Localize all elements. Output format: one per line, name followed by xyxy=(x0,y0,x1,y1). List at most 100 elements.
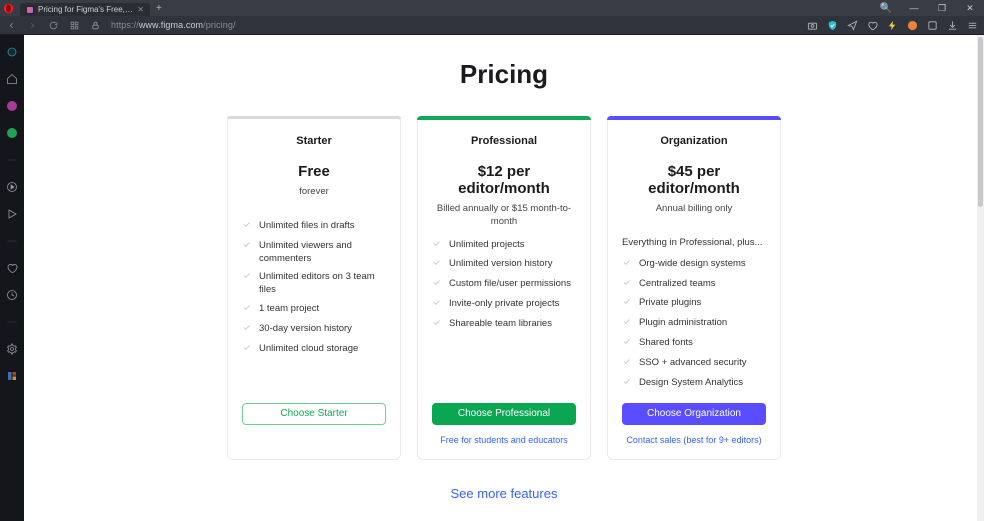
opera-sidebar xyxy=(0,35,24,521)
main-area: Pricing Starter Free forever Unlimited f… xyxy=(0,35,984,521)
check-icon xyxy=(622,278,632,292)
extensions-icon[interactable] xyxy=(926,19,938,31)
feature-text: Org-wide design systems xyxy=(639,258,746,272)
plan-price: $12 per editor/month xyxy=(432,163,576,197)
check-icon xyxy=(432,278,442,292)
snapshot-icon[interactable] xyxy=(806,19,818,31)
browser-tab[interactable]: Pricing for Figma's Free, Pr ✕ xyxy=(20,3,150,16)
profile-icon[interactable] xyxy=(906,19,918,31)
search-tabs-icon[interactable]: 🔍 xyxy=(872,0,900,16)
bolt-icon[interactable] xyxy=(886,19,898,31)
whatsapp-icon[interactable] xyxy=(6,126,19,139)
tab-close-icon[interactable]: ✕ xyxy=(137,6,144,14)
home-icon[interactable] xyxy=(6,72,19,85)
plan-subline: Annual billing only xyxy=(622,203,766,227)
feature-text: Invite-only private projects xyxy=(449,298,559,312)
toolbar-right xyxy=(806,19,978,31)
plan-name: Professional xyxy=(432,135,576,147)
opera-window: Pricing for Figma's Free, Pr ✕ + 🔍 — ❐ ✕… xyxy=(0,0,984,521)
speed-dial-icon[interactable] xyxy=(69,21,80,30)
feature-list: Unlimited files in drafts Unlimited view… xyxy=(242,220,386,357)
feature-text: Unlimited viewers and commenters xyxy=(259,240,386,266)
lock-icon[interactable] xyxy=(90,21,101,30)
url-display[interactable]: https://www.figma.com/pricing/ xyxy=(111,20,236,30)
tab-favicon-icon xyxy=(26,6,34,14)
new-tab-button[interactable]: + xyxy=(150,0,168,16)
feature-list: Everything in Professional, plus... Org-… xyxy=(622,237,766,391)
workspaces-icon[interactable] xyxy=(6,45,19,58)
feature-text: Unlimited editors on 3 team files xyxy=(259,271,386,297)
settings-icon[interactable] xyxy=(6,342,19,355)
page-viewport: Pricing Starter Free forever Unlimited f… xyxy=(24,35,984,521)
check-icon xyxy=(622,258,632,272)
check-icon xyxy=(242,303,252,317)
plan-below-link xyxy=(242,435,386,445)
choose-starter-button[interactable]: Choose Starter xyxy=(242,403,386,425)
flow-icon[interactable] xyxy=(6,207,19,220)
maximize-button[interactable]: ❐ xyxy=(928,0,956,16)
plan-subline: forever xyxy=(242,186,386,210)
plan-organization: Organization $45 per editor/month Annual… xyxy=(607,116,781,460)
see-more-features-link[interactable]: See more features xyxy=(451,486,558,501)
window-controls: 🔍 — ❐ ✕ xyxy=(872,0,984,16)
minimize-button[interactable]: — xyxy=(900,0,928,16)
tab-title: Pricing for Figma's Free, Pr xyxy=(38,5,133,14)
url-host: www.figma.com xyxy=(139,20,203,30)
check-icon xyxy=(432,258,442,272)
forward-button[interactable] xyxy=(27,21,38,30)
check-icon xyxy=(242,271,252,297)
sidebar-divider xyxy=(6,153,19,166)
check-icon xyxy=(622,377,632,391)
downloads-icon[interactable] xyxy=(946,19,958,31)
check-icon xyxy=(432,318,442,332)
pinboard-icon[interactable] xyxy=(6,369,19,382)
scroll-thumb[interactable] xyxy=(978,37,983,207)
feature-text: Centralized teams xyxy=(639,278,716,292)
easy-setup-icon[interactable] xyxy=(966,19,978,31)
pricing-page: Pricing Starter Free forever Unlimited f… xyxy=(24,35,984,513)
check-icon xyxy=(622,317,632,331)
plan-name: Organization xyxy=(622,135,766,147)
check-icon xyxy=(622,357,632,371)
check-icon xyxy=(432,298,442,312)
plan-subline: Billed annually or $15 month-to-month xyxy=(432,203,576,229)
feature-text: SSO + advanced security xyxy=(639,357,746,371)
contact-sales-link[interactable]: Contact sales (best for 9+ editors) xyxy=(622,435,766,445)
history-icon[interactable] xyxy=(6,288,19,301)
sidebar-divider-2 xyxy=(6,234,19,247)
check-icon xyxy=(622,337,632,351)
plan-starter: Starter Free forever Unlimited files in … xyxy=(227,116,401,460)
shield-icon[interactable] xyxy=(826,19,838,31)
opera-logo-icon[interactable] xyxy=(0,0,16,16)
feature-text: 30-day version history xyxy=(259,323,352,337)
url-scheme: https:// xyxy=(111,20,139,30)
students-link[interactable]: Free for students and educators xyxy=(432,435,576,445)
url-toolbar: https://www.figma.com/pricing/ xyxy=(0,16,984,35)
feature-text: Custom file/user permissions xyxy=(449,278,571,292)
sidebar-divider-3 xyxy=(6,315,19,328)
plan-accent xyxy=(227,116,401,119)
back-button[interactable] xyxy=(6,21,17,30)
choose-professional-button[interactable]: Choose Professional xyxy=(432,403,576,425)
player-icon[interactable] xyxy=(6,180,19,193)
feature-text: Unlimited projects xyxy=(449,239,525,253)
heart-icon[interactable] xyxy=(866,19,878,31)
messenger-icon[interactable] xyxy=(6,99,19,112)
choose-organization-button[interactable]: Choose Organization xyxy=(622,403,766,425)
close-window-button[interactable]: ✕ xyxy=(956,0,984,16)
feature-text: Plugin administration xyxy=(639,317,727,331)
check-icon xyxy=(432,239,442,253)
favorites-icon[interactable] xyxy=(6,261,19,274)
url-path: /pricing/ xyxy=(203,20,235,30)
plan-professional: Professional $12 per editor/month Billed… xyxy=(417,116,591,460)
send-icon[interactable] xyxy=(846,19,858,31)
check-icon xyxy=(242,240,252,266)
reload-button[interactable] xyxy=(48,21,59,30)
feature-text: Unlimited version history xyxy=(449,258,552,272)
feature-text: Unlimited cloud storage xyxy=(259,343,358,357)
plan-accent xyxy=(417,116,591,120)
check-icon xyxy=(242,220,252,234)
check-icon xyxy=(242,323,252,337)
feature-text: Design System Analytics xyxy=(639,377,743,391)
scrollbar[interactable] xyxy=(977,35,984,521)
